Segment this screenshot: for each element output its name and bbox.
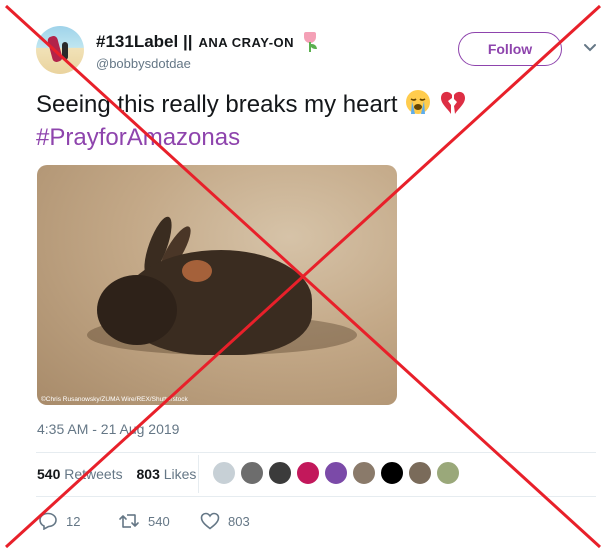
tweet-photo[interactable]: ©Chris Rusanowsky/ZUMA Wire/REX/Shutters…: [37, 165, 397, 405]
hashtag-link[interactable]: #PrayforAmazonas: [36, 124, 240, 151]
liker-avatar[interactable]: [240, 461, 264, 485]
liker-avatar[interactable]: [352, 461, 376, 485]
retweets-label: Retweets: [64, 466, 123, 482]
liker-avatar[interactable]: [324, 461, 348, 485]
tulip-icon: [302, 32, 318, 52]
display-name[interactable]: #131Label || ANA CRAY-ON: [96, 32, 318, 52]
reply-icon: [39, 512, 57, 530]
crying-face-icon: [406, 90, 431, 114]
tweet-timestamp[interactable]: 4:35 AM - 21 Aug 2019: [37, 421, 179, 437]
tweet-header: #131Label || ANA CRAY-ON @bobbysdotdae F…: [36, 26, 606, 76]
photo-credit: ©Chris Rusanowsky/ZUMA Wire/REX/Shutters…: [41, 396, 188, 403]
retweets-stat[interactable]: 540 Retweets: [37, 466, 123, 482]
liker-avatar[interactable]: [380, 461, 404, 485]
avatar[interactable]: [36, 26, 84, 74]
retweets-count: 540: [37, 466, 61, 482]
tweet-stats: 540 Retweets 803 Likes: [37, 466, 196, 482]
retweet-count: 540: [148, 513, 170, 529]
liker-avatar[interactable]: [268, 461, 292, 485]
liker-avatar[interactable]: [212, 461, 236, 485]
tweet-text: Seeing this really breaks my heart: [36, 91, 398, 118]
divider: [36, 452, 596, 453]
tweet-body: Seeing this really breaks my heart #Pray…: [36, 88, 596, 154]
chevron-down-icon[interactable]: [582, 40, 598, 56]
reply-button[interactable]: 12: [38, 512, 80, 530]
liker-avatar[interactable]: [296, 461, 320, 485]
follow-button[interactable]: Follow: [458, 32, 562, 66]
reply-count: 12: [66, 513, 81, 529]
liker-avatar[interactable]: [436, 461, 460, 485]
user-handle[interactable]: @bobbysdotdae: [96, 56, 191, 71]
like-count: 803: [228, 513, 250, 529]
retweet-button[interactable]: 540: [118, 512, 170, 530]
display-name-text: #131Label ||: [96, 32, 193, 51]
divider: [36, 496, 596, 497]
likes-count: 803: [136, 466, 160, 482]
broken-heart-icon: [440, 91, 465, 114]
heart-icon: [200, 512, 220, 530]
like-button[interactable]: 803: [200, 512, 250, 530]
stats-separator: [198, 455, 199, 493]
display-name-suffix: ANA CRAY-ON: [198, 34, 295, 50]
likes-label: Likes: [163, 466, 197, 482]
retweet-icon: [119, 514, 139, 528]
liker-avatar[interactable]: [408, 461, 432, 485]
likes-stat[interactable]: 803 Likes: [137, 466, 197, 482]
